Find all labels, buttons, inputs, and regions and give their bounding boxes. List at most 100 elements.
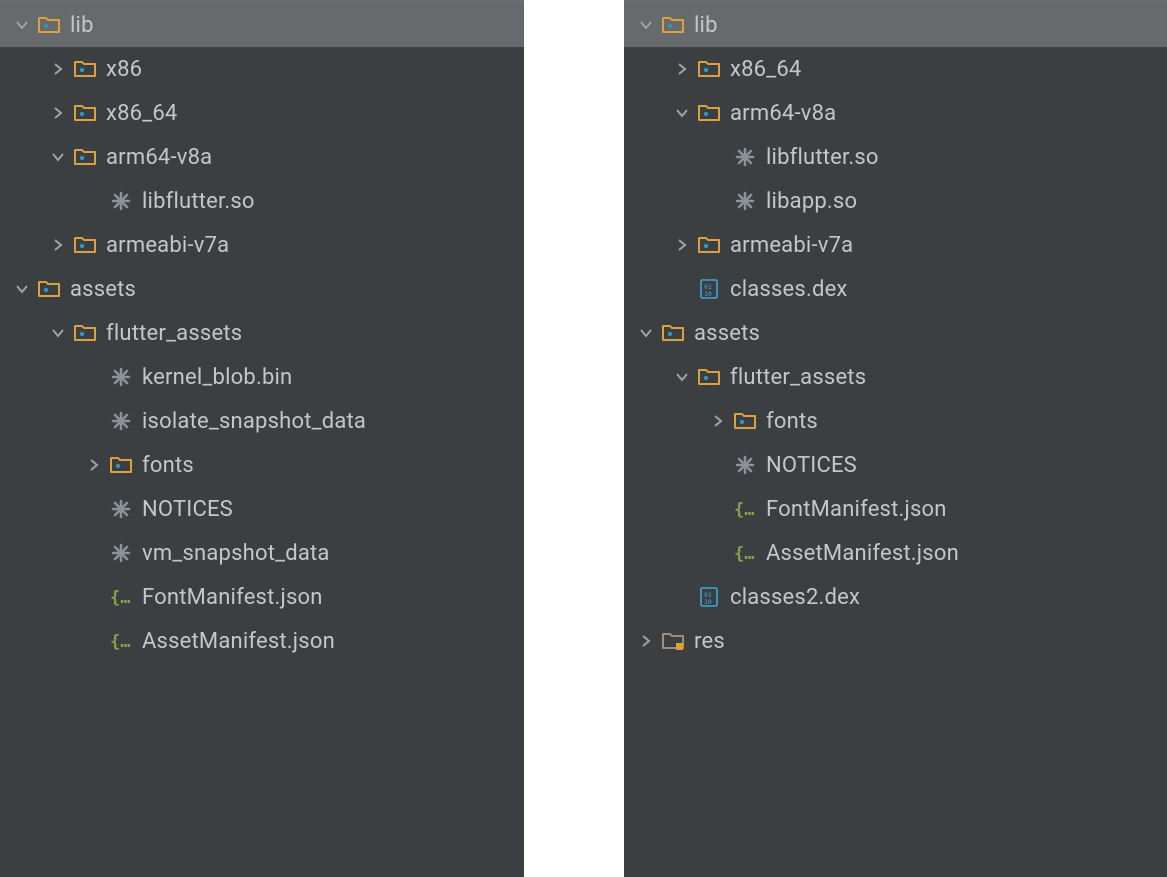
tree-item-arm64-v8a[interactable]: arm64-v8a bbox=[0, 135, 524, 179]
asterisk-icon bbox=[110, 498, 132, 520]
tree-item-armeabi-v7a[interactable]: armeabi-v7a bbox=[624, 223, 1167, 267]
folder-icon bbox=[38, 278, 60, 300]
tree-item-libapp-so[interactable]: libapp.so bbox=[624, 179, 1167, 223]
chevron-right-icon bbox=[672, 235, 692, 255]
asterisk-icon bbox=[734, 146, 756, 168]
tree-item-kernel-blob[interactable]: kernel_blob.bin bbox=[0, 355, 524, 399]
tree-label: res bbox=[694, 629, 725, 654]
chevron-down-icon bbox=[48, 147, 68, 167]
tree-label: FontManifest.json bbox=[766, 497, 947, 522]
folder-res-icon bbox=[662, 630, 684, 652]
tree-item-asset-manifest[interactable]: AssetManifest.json bbox=[624, 531, 1167, 575]
chevron-down-icon bbox=[636, 323, 656, 343]
chevron-right-icon bbox=[672, 59, 692, 79]
tree-label: x86_64 bbox=[730, 57, 802, 82]
tree-item-isolate-snapshot[interactable]: isolate_snapshot_data bbox=[0, 399, 524, 443]
asterisk-icon bbox=[110, 542, 132, 564]
json-icon bbox=[734, 498, 756, 520]
tree-label: vm_snapshot_data bbox=[142, 541, 330, 566]
tree-label: AssetManifest.json bbox=[766, 541, 959, 566]
tree-label: isolate_snapshot_data bbox=[142, 409, 366, 434]
tree-item-font-manifest[interactable]: FontManifest.json bbox=[624, 487, 1167, 531]
tree-item-assets[interactable]: assets bbox=[624, 311, 1167, 355]
tree-item-x86-64[interactable]: x86_64 bbox=[0, 91, 524, 135]
tree-label: assets bbox=[70, 277, 136, 302]
tree-label: NOTICES bbox=[766, 453, 857, 478]
tree-item-asset-manifest[interactable]: AssetManifest.json bbox=[0, 619, 524, 663]
tree-item-arm64-v8a[interactable]: arm64-v8a bbox=[624, 91, 1167, 135]
folder-icon bbox=[74, 58, 96, 80]
folder-icon bbox=[74, 322, 96, 344]
tree-item-fonts[interactable]: fonts bbox=[0, 443, 524, 487]
tree-label: libflutter.so bbox=[766, 145, 879, 170]
asterisk-icon bbox=[110, 410, 132, 432]
chevron-right-icon bbox=[48, 103, 68, 123]
tree-item-notices[interactable]: NOTICES bbox=[624, 443, 1167, 487]
tree-item-flutter-assets[interactable]: flutter_assets bbox=[0, 311, 524, 355]
tree-label: lib bbox=[70, 13, 94, 38]
tree-label: classes.dex bbox=[730, 277, 848, 302]
tree-panel-right: lib x86_64 arm64-v8a libflutter.so libap… bbox=[624, 0, 1167, 877]
tree-item-classes-dex[interactable]: classes.dex bbox=[624, 267, 1167, 311]
tree-item-classes2-dex[interactable]: classes2.dex bbox=[624, 575, 1167, 619]
asterisk-icon bbox=[110, 366, 132, 388]
tree-label: lib bbox=[694, 13, 718, 38]
tree-label: x86 bbox=[106, 57, 142, 82]
tree-label: fonts bbox=[766, 409, 818, 434]
chevron-down-icon bbox=[12, 279, 32, 299]
asterisk-icon bbox=[734, 454, 756, 476]
tree-item-res[interactable]: res bbox=[624, 619, 1167, 663]
tree-item-fonts[interactable]: fonts bbox=[624, 399, 1167, 443]
tree-panel-left: lib x86 x86_64 arm64-v8a libflutter.so a… bbox=[0, 0, 524, 877]
tree-item-libflutter-so[interactable]: libflutter.so bbox=[624, 135, 1167, 179]
tree-item-x86[interactable]: x86 bbox=[0, 47, 524, 91]
chevron-right-icon bbox=[708, 411, 728, 431]
tree-label: armeabi-v7a bbox=[730, 233, 853, 258]
tree-label: libflutter.so bbox=[142, 189, 255, 214]
tree-item-libflutter-so[interactable]: libflutter.so bbox=[0, 179, 524, 223]
dex-icon bbox=[698, 278, 720, 300]
folder-icon bbox=[74, 102, 96, 124]
folder-icon bbox=[38, 14, 60, 36]
chevron-down-icon bbox=[12, 15, 32, 35]
tree-label: kernel_blob.bin bbox=[142, 365, 292, 390]
chevron-down-icon bbox=[672, 103, 692, 123]
chevron-down-icon bbox=[672, 367, 692, 387]
tree-label: arm64-v8a bbox=[106, 145, 212, 170]
tree-label: flutter_assets bbox=[106, 321, 242, 346]
dex-icon bbox=[698, 586, 720, 608]
chevron-right-icon bbox=[636, 631, 656, 651]
json-icon bbox=[110, 586, 132, 608]
folder-icon bbox=[662, 14, 684, 36]
tree-item-x86-64[interactable]: x86_64 bbox=[624, 47, 1167, 91]
tree-item-flutter-assets[interactable]: flutter_assets bbox=[624, 355, 1167, 399]
tree-item-lib[interactable]: lib bbox=[624, 3, 1167, 47]
folder-icon bbox=[698, 58, 720, 80]
folder-icon bbox=[662, 322, 684, 344]
tree-item-assets[interactable]: assets bbox=[0, 267, 524, 311]
json-icon bbox=[110, 630, 132, 652]
folder-icon bbox=[74, 146, 96, 168]
chevron-down-icon bbox=[636, 15, 656, 35]
tree-label: libapp.so bbox=[766, 189, 857, 214]
chevron-down-icon bbox=[48, 323, 68, 343]
tree-label: classes2.dex bbox=[730, 585, 860, 610]
tree-label: FontManifest.json bbox=[142, 585, 323, 610]
tree-label: arm64-v8a bbox=[730, 101, 836, 126]
folder-icon bbox=[698, 234, 720, 256]
tree-item-lib[interactable]: lib bbox=[0, 3, 524, 47]
folder-icon bbox=[74, 234, 96, 256]
tree-label: flutter_assets bbox=[730, 365, 866, 390]
tree-item-vm-snapshot[interactable]: vm_snapshot_data bbox=[0, 531, 524, 575]
asterisk-icon bbox=[734, 190, 756, 212]
folder-icon bbox=[698, 102, 720, 124]
tree-label: assets bbox=[694, 321, 760, 346]
tree-item-font-manifest[interactable]: FontManifest.json bbox=[0, 575, 524, 619]
tree-item-armeabi-v7a[interactable]: armeabi-v7a bbox=[0, 223, 524, 267]
tree-label: armeabi-v7a bbox=[106, 233, 229, 258]
asterisk-icon bbox=[110, 190, 132, 212]
json-icon bbox=[734, 542, 756, 564]
chevron-right-icon bbox=[48, 235, 68, 255]
chevron-right-icon bbox=[84, 455, 104, 475]
tree-item-notices[interactable]: NOTICES bbox=[0, 487, 524, 531]
